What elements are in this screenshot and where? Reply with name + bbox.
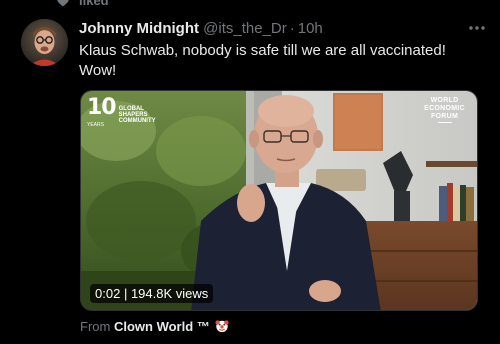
avatar[interactable] [21, 19, 68, 66]
video-stats-badge: 0:02 | 194.8K views [90, 284, 214, 303]
more-dots-icon [469, 26, 485, 30]
author-display-name[interactable]: Johnny Midnight [79, 20, 199, 37]
more-options-button[interactable] [466, 18, 488, 38]
heart-icon [57, 0, 69, 7]
video-player[interactable]: 10 GLOBAL SHAPERS COMMUNITY YEARS WORLD ECO… [80, 90, 478, 311]
tweet-timestamp[interactable]: 10h [298, 20, 323, 37]
wef-line-3: FORUM [430, 113, 459, 120]
stats-separator: | [123, 286, 128, 301]
wef-line-1: WORLD [430, 97, 459, 104]
logo-line: COMMUNITY [118, 118, 156, 124]
header-separator: · [289, 20, 295, 37]
logo-text: GLOBAL SHAPERS COMMUNITY [119, 106, 156, 124]
social-context: liked [0, 0, 500, 10]
wef-line-2: ECONOMIC [424, 105, 465, 112]
wef-underline [437, 122, 452, 123]
tweet-header: Johnny Midnight @its_the_Dr · 10h [79, 20, 323, 37]
video-duration: 0:02 [95, 286, 121, 301]
global-shapers-logo: 10 GLOBAL SHAPERS COMMUNITY YEARS [87, 95, 156, 129]
author-handle[interactable]: @its_the_Dr [203, 20, 287, 37]
tweet-text: Klaus Schwab, nobody is safe till we are… [79, 42, 446, 79]
attribution-line: From Clown World ™ [80, 319, 229, 334]
attribution-prefix: From [80, 319, 111, 334]
wef-logo: WORLD ECONOMIC FORUM [424, 97, 465, 123]
tweet[interactable]: liked Johnny Midnight @its_the_Dr·10h [0, 0, 500, 344]
attribution-source[interactable]: Clown World ™ [114, 319, 210, 334]
social-context-label: liked [79, 0, 109, 8]
clown-face-icon [215, 320, 229, 333]
video-views: 194.8K views [130, 286, 209, 301]
avatar-image [21, 19, 68, 66]
logo-number: 10 [87, 95, 117, 120]
